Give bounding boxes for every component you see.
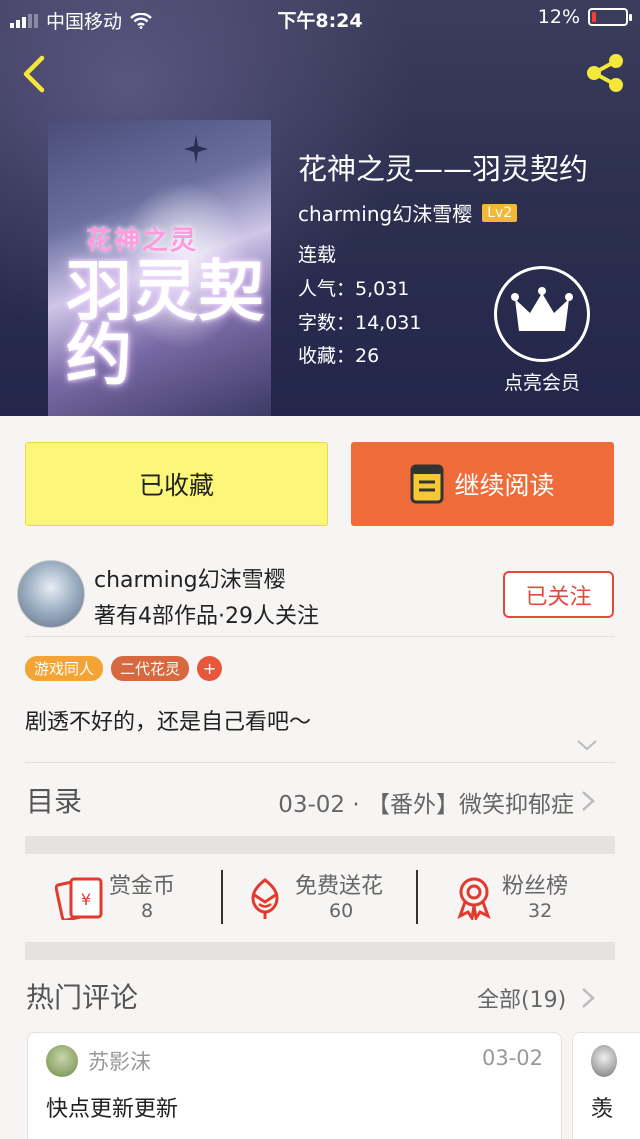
book-word-count: 字数：14,031 — [298, 312, 422, 334]
flower-icon — [251, 878, 279, 919]
battery-icon — [588, 8, 632, 26]
stat-value: 32 — [528, 900, 553, 922]
comment-text: 羡 — [591, 1097, 614, 1122]
level-badge: Lv2 — [482, 203, 518, 222]
author-avatar[interactable] — [17, 560, 85, 628]
battery-percent: 12% — [537, 6, 580, 28]
book-popularity: 人气：5,031 — [298, 278, 410, 300]
ribbon-medal-icon — [457, 877, 491, 920]
vip-button[interactable] — [494, 266, 590, 362]
commenter-name[interactable]: 苏影沫 — [88, 1046, 151, 1076]
add-tag-button[interactable]: + — [197, 656, 223, 681]
cover-title-large: 羽灵契约 — [66, 253, 264, 394]
stat-label: 赏金币 — [109, 874, 176, 899]
chevron-down-icon[interactable] — [576, 738, 598, 752]
tag-item[interactable]: 游戏同人 — [25, 656, 104, 681]
book-title: 花神之灵——羽灵契约 — [298, 152, 589, 186]
continue-reading-button[interactable]: 继续阅读 — [351, 442, 614, 526]
comment-text: 快点更新更新 — [46, 1097, 179, 1122]
toc-label: 目录 — [26, 785, 83, 818]
section-separator — [25, 836, 615, 854]
comment-card[interactable]: 羡 — [572, 1032, 640, 1139]
tag-item[interactable]: 二代花灵 — [111, 656, 190, 681]
back-icon[interactable] — [16, 52, 52, 96]
tag-list: 游戏同人 二代花灵 + — [25, 656, 223, 681]
divider — [25, 762, 615, 763]
comment-date: 03-02 — [481, 1046, 543, 1070]
vip-label[interactable]: 点亮会员 — [490, 368, 594, 395]
stat-value: 8 — [141, 900, 154, 922]
all-comments-link[interactable]: 全部(19) — [477, 982, 566, 1014]
fan-ranking-button[interactable]: 粉丝榜 32 — [418, 854, 615, 942]
follow-button[interactable]: 已关注 — [503, 571, 614, 618]
book-description: 剧透不好的，还是自己看吧～ — [25, 710, 312, 735]
hot-comments-title: 热门评论 — [26, 981, 139, 1014]
author-name[interactable]: charming幻沫雪樱 — [94, 562, 286, 594]
stat-label: 粉丝榜 — [502, 874, 569, 899]
commenter-avatar[interactable] — [591, 1045, 617, 1077]
stat-value: 60 — [329, 900, 354, 922]
status-bar: 中国移动 下午8:24 12% — [0, 0, 640, 36]
section-separator — [25, 942, 615, 960]
reward-coins-button[interactable]: ¥ 赏金币 8 — [25, 854, 221, 942]
book-status: 连载 — [298, 244, 337, 266]
star-icon — [184, 134, 208, 164]
book-header: 中国移动 下午8:24 12% 花神之灵 羽灵契约 花神之灵——羽灵契约 cha… — [0, 0, 640, 416]
book-cover[interactable]: 花神之灵 羽灵契约 — [48, 120, 271, 416]
comment-card[interactable]: 苏影沫 03-02 快点更新更新 — [27, 1032, 562, 1139]
stat-label: 免费送花 — [295, 874, 384, 899]
book-author[interactable]: charming幻沫雪樱 — [298, 198, 472, 227]
chevron-right-icon[interactable] — [580, 789, 596, 813]
cover-title-small: 花神之灵 — [86, 226, 199, 256]
book-author-row[interactable]: charming幻沫雪樱 Lv2 — [298, 198, 518, 227]
stats-bar: ¥ 赏金币 8 免费送花 60 粉丝榜 32 — [25, 854, 615, 942]
chevron-right-icon[interactable] — [580, 986, 596, 1010]
crown-icon — [511, 287, 573, 331]
divider — [25, 636, 615, 637]
svg-text:¥: ¥ — [81, 890, 91, 909]
author-summary: 著有4部作品·29人关注 — [94, 604, 319, 629]
commenter-avatar[interactable] — [46, 1045, 78, 1077]
favorited-button[interactable]: 已收藏 — [25, 442, 328, 526]
continue-reading-label: 继续阅读 — [454, 471, 555, 500]
share-icon[interactable] — [582, 50, 628, 96]
book-icon — [410, 464, 444, 504]
send-flower-button[interactable]: 免费送花 60 — [223, 854, 416, 942]
book-favorites: 收藏：26 — [298, 345, 380, 367]
latest-chapter[interactable]: 03-02 · 【番外】微笑抑郁症 — [278, 785, 574, 819]
red-envelope-icon: ¥ — [55, 877, 103, 920]
